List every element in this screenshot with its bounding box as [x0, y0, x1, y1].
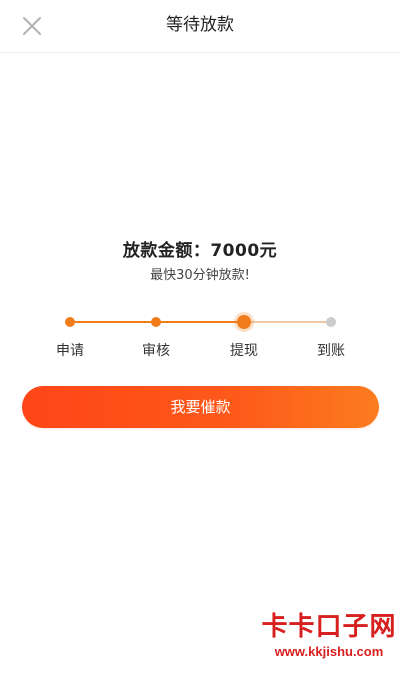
- loan-amount: 放款金额：7000元: [122, 241, 278, 261]
- step-label: 到账: [317, 343, 345, 359]
- payout-eta: 最快30分钟放款!: [150, 268, 250, 283]
- top-bar: 等待放款: [0, 0, 400, 53]
- urge-payout-button[interactable]: 我要催款: [22, 386, 379, 428]
- watermark-url: www.kkjishu.com: [274, 644, 384, 659]
- step-dot-2: [237, 315, 251, 329]
- step-label: 审核: [142, 343, 170, 359]
- watermark-logo: 卡卡口子网 www.kkjishu.com: [258, 608, 400, 668]
- page-title: 等待放款: [166, 15, 234, 35]
- progress-connector: [156, 321, 244, 323]
- progress-steps: 申请 审核 提现 到账: [0, 308, 400, 368]
- progress-connector: [244, 321, 331, 323]
- step-dot-1: [151, 317, 161, 327]
- step-label: 提现: [230, 343, 258, 359]
- step-label: 申请: [56, 343, 84, 359]
- step-dot-0: [65, 317, 75, 327]
- watermark-title: 卡卡口子网: [261, 612, 397, 642]
- progress-connector: [70, 321, 156, 323]
- step-dot-3: [326, 317, 336, 327]
- payout-waiting-screen: 等待放款 放款金额：7000元 最快30分钟放款! 申请 审核 提现 到账 我要催款 …: [0, 0, 400, 674]
